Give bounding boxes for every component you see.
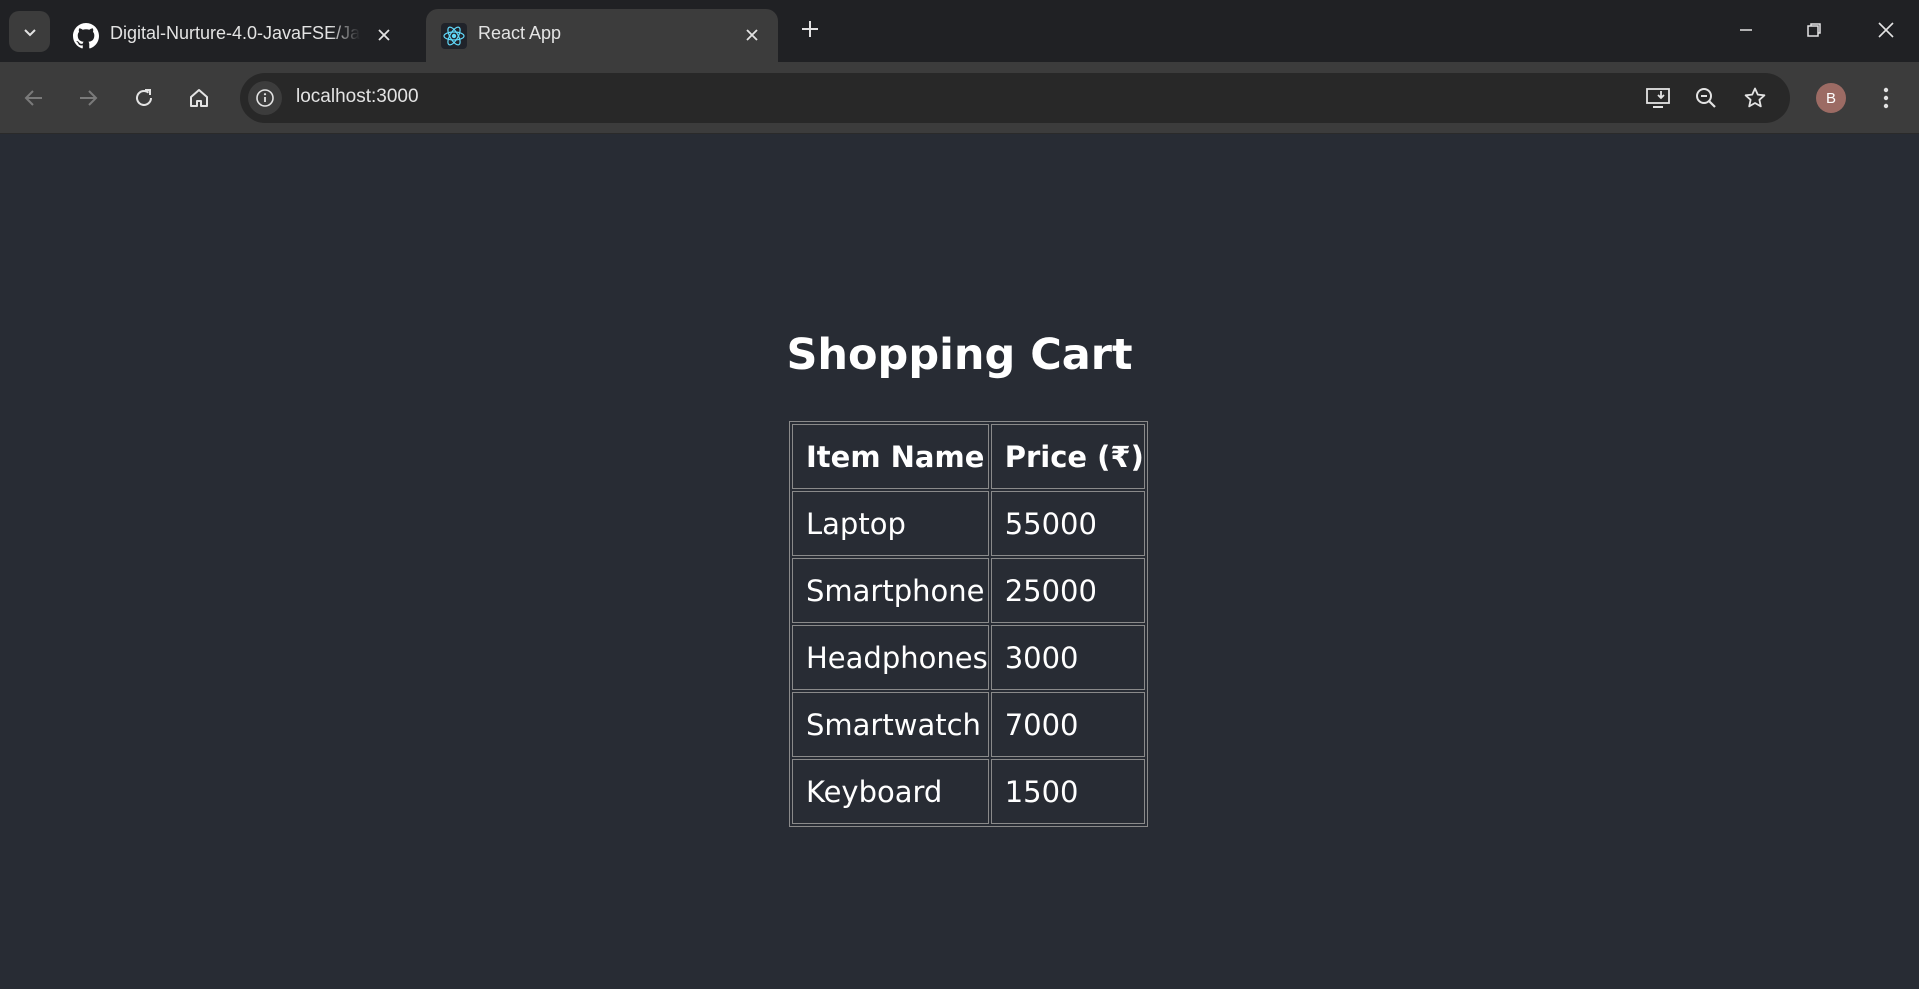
tab-react-app[interactable]: React App [426,9,778,62]
close-window-button[interactable] [1870,14,1902,46]
tab-title: Digital-Nurture-4.0-JavaFSE/Java [110,23,360,44]
item-price-cell: 55000 [990,491,1145,556]
home-button[interactable] [183,82,215,114]
install-icon [1645,86,1671,110]
item-name-cell: Smartwatch [792,692,989,757]
browser-toolbar: localhost:3000 B [0,62,1919,134]
minimize-button[interactable] [1730,14,1762,46]
forward-button[interactable] [72,82,104,114]
arrow-left-icon [23,87,45,109]
reload-button[interactable] [128,82,160,114]
cart-table: Item Name Price (₹) Laptop 55000 Smartph… [789,421,1148,827]
reload-icon [133,87,155,109]
tab-search-button[interactable] [9,11,50,52]
chevron-down-icon [22,24,38,40]
item-name-cell: Keyboard [792,759,989,824]
restore-icon [1806,22,1822,38]
restore-button[interactable] [1798,14,1830,46]
zoom-button[interactable] [1690,82,1722,114]
column-header-item-name: Item Name [792,424,989,489]
home-icon [188,87,210,109]
tab-strip: Digital-Nurture-4.0-JavaFSE/Java React A… [0,0,1919,62]
react-icon [440,22,468,50]
plus-icon [800,19,820,39]
page-title: Shopping Cart [786,330,1133,380]
site-info-button[interactable] [248,81,282,115]
github-icon [72,22,100,50]
item-name-cell: Smartphone [792,558,989,623]
tab-title: React App [478,23,562,43]
table-row: Laptop 55000 [792,491,1145,556]
close-icon[interactable] [740,23,764,47]
bookmark-button[interactable] [1739,82,1771,114]
more-vert-icon [1882,86,1890,110]
table-header-row: Item Name Price (₹) [792,424,1145,489]
close-icon [1877,21,1895,39]
item-name-cell: Headphones [792,625,989,690]
table-row: Smartphone 25000 [792,558,1145,623]
info-icon [255,88,275,108]
item-price-cell: 3000 [990,625,1145,690]
new-tab-button[interactable] [797,16,823,42]
table-row: Smartwatch 7000 [792,692,1145,757]
url-text[interactable]: localhost:3000 [296,86,419,108]
arrow-right-icon [77,87,99,109]
item-price-cell: 25000 [990,558,1145,623]
item-price-cell: 7000 [990,692,1145,757]
column-header-price: Price (₹) [990,424,1145,489]
item-name-cell: Laptop [792,491,989,556]
install-app-button[interactable] [1642,82,1674,114]
tab-github[interactable]: Digital-Nurture-4.0-JavaFSE/Java [58,9,410,62]
back-button[interactable] [18,82,50,114]
zoom-out-icon [1694,86,1718,110]
address-bar[interactable]: localhost:3000 [240,73,1790,123]
table-row: Headphones 3000 [792,625,1145,690]
minimize-icon [1738,22,1754,38]
close-icon[interactable] [372,23,396,47]
table-row: Keyboard 1500 [792,759,1145,824]
page-content: Shopping Cart Item Name Price (₹) Laptop… [0,134,1919,989]
browser-window: Digital-Nurture-4.0-JavaFSE/Java React A… [0,0,1919,134]
profile-avatar[interactable]: B [1816,83,1846,113]
browser-menu-button[interactable] [1870,82,1902,114]
item-price-cell: 1500 [990,759,1145,824]
star-icon [1743,86,1767,110]
